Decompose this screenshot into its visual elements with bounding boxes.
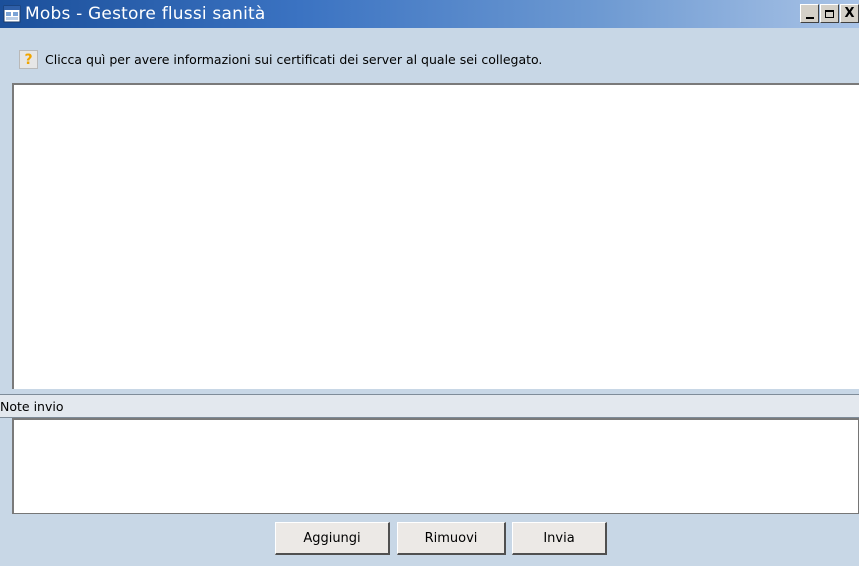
help-icon: ? [19,50,38,69]
notes-textarea[interactable] [12,418,859,514]
certificate-info-bar: ? Clicca quì per avere informazioni sui … [0,49,859,73]
remove-button[interactable]: Rimuovi [397,522,506,555]
app-window-icon [3,5,21,23]
flows-list-panel[interactable] [12,83,859,389]
add-button[interactable]: Aggiungi [275,522,390,555]
certificate-info-link[interactable]: Clicca quì per avere informazioni sui ce… [45,52,542,67]
maximize-button[interactable] [820,4,839,23]
minimize-icon [805,16,814,19]
minimize-button[interactable] [800,4,819,23]
close-button[interactable]: X [840,4,859,23]
notes-label: Note invio [0,394,859,418]
window-title: Mobs - Gestore flussi sanità [25,4,266,24]
title-bar[interactable]: Mobs - Gestore flussi sanità X [0,0,859,28]
close-icon: X [844,6,855,21]
maximize-icon [825,9,834,18]
send-button[interactable]: Invia [512,522,607,555]
